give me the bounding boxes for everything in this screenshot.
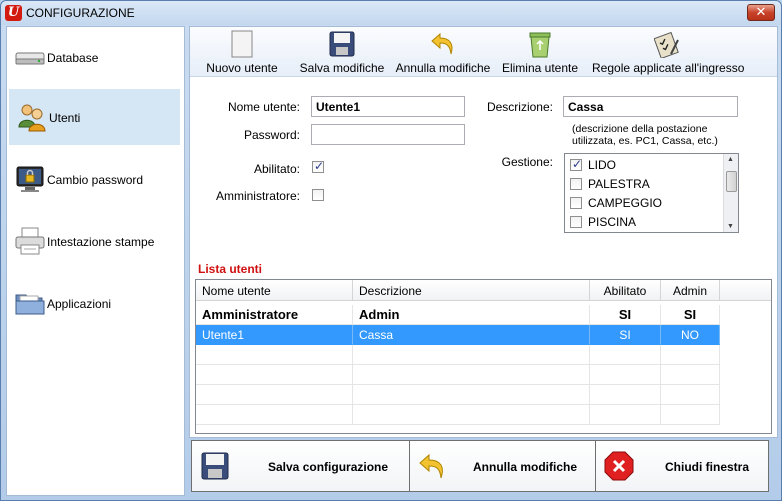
management-item-label: PALESTRA <box>588 177 650 191</box>
description-label: Descrizione: <box>486 100 553 114</box>
undo-changes-label: Annulla modifiche <box>395 61 491 75</box>
table-row[interactable]: Utente1 Cassa SI NO <box>196 325 720 345</box>
save-configuration-label: Salva configurazione <box>268 460 389 474</box>
management-item-piscina[interactable]: PISCINA <box>570 213 720 231</box>
management-item-palestra[interactable]: PALESTRA <box>570 175 720 193</box>
sidebar-item-cambio-password[interactable]: Cambio password <box>7 151 184 207</box>
undo-changes-bottom-button[interactable]: Annulla modifiche <box>410 441 596 491</box>
new-user-button[interactable]: Nuovo utente <box>202 27 282 77</box>
database-drive-icon <box>15 52 45 65</box>
cell-admin: NO <box>661 325 720 345</box>
close-red-icon <box>604 451 634 481</box>
undo-arrow-icon <box>419 453 443 479</box>
cell-description: Admin <box>353 305 590 325</box>
monitor-lock-icon <box>16 166 44 192</box>
empty-row <box>196 385 771 405</box>
cell-name: Amministratore <box>196 305 353 325</box>
sidebar-item-utenti[interactable]: Utenti <box>9 89 180 145</box>
column-header-enabled[interactable]: Abilitato <box>590 280 661 301</box>
empty-row <box>196 365 771 385</box>
app-logo-icon: U <box>5 5 22 21</box>
management-item-label: CAMPEGGIO <box>588 196 663 210</box>
undo-changes-button[interactable]: Annulla modifiche <box>394 27 492 77</box>
password-input[interactable] <box>311 124 465 145</box>
new-user-label: Nuovo utente <box>206 61 278 75</box>
sidebar-item-label: Applicazioni <box>47 297 112 311</box>
blank-document-icon <box>231 30 253 58</box>
enabled-checkbox[interactable] <box>312 159 324 173</box>
scroll-down-arrow-icon[interactable]: ▼ <box>727 223 734 230</box>
users-icon <box>18 104 46 132</box>
cell-name: Utente1 <box>196 325 353 345</box>
management-item-label: LIDO <box>588 158 617 172</box>
management-checklist[interactable]: LIDO PALESTRA CAMPEGGIO PISCINA ▲ ▼ <box>564 153 739 233</box>
delete-user-button[interactable]: Elimina utente <box>498 27 582 77</box>
management-scrollbar[interactable]: ▲ ▼ <box>723 154 738 232</box>
admin-label: Amministratore: <box>215 189 300 203</box>
window-close-button[interactable]: ✕ <box>747 4 775 21</box>
cell-enabled: SI <box>590 325 661 345</box>
column-header-admin[interactable]: Admin <box>661 280 720 301</box>
scrollbar-thumb[interactable] <box>726 171 737 192</box>
management-checkbox[interactable] <box>570 216 582 228</box>
cell-enabled: SI <box>590 305 661 325</box>
floppy-disk-icon <box>329 31 355 57</box>
users-table-header: Nome utente Descrizione Abilitato Admin <box>196 280 771 301</box>
config-window: U CONFIGURAZIONE ✕ Database Utenti Cambi… <box>0 0 782 501</box>
sidebar-item-label: Database <box>47 51 99 65</box>
floppy-disk-icon <box>201 452 229 480</box>
management-item-lido[interactable]: LIDO <box>570 156 720 174</box>
delete-user-label: Elimina utente <box>501 61 579 75</box>
management-checkbox[interactable] <box>570 157 582 171</box>
recycle-bin-icon <box>529 32 551 58</box>
sidebar-item-label: Cambio password <box>47 173 144 187</box>
description-hint-line-2: utilizzata, es. PC1, Cassa, etc.) <box>572 135 718 147</box>
scroll-up-arrow-icon[interactable]: ▲ <box>727 156 734 163</box>
cell-description: Cassa <box>353 325 590 345</box>
access-rules-label: Regole applicate all'ingresso <box>592 61 745 75</box>
password-label: Password: <box>243 128 300 142</box>
folder-icon <box>15 294 45 315</box>
users-panel: Nuovo utente Salva modifiche Annulla mod… <box>189 26 778 438</box>
save-changes-button[interactable]: Salva modifiche <box>296 27 388 77</box>
users-table: Nome utente Descrizione Abilitato Admin … <box>195 279 772 434</box>
sidebar-item-label: Intestazione stampe <box>47 235 155 249</box>
toolbar: Nuovo utente Salva modifiche Annulla mod… <box>190 27 777 77</box>
sidebar-nav: Database Utenti Cambio password Intestaz… <box>6 26 185 496</box>
sidebar-item-applicazioni[interactable]: Applicazioni <box>7 275 184 331</box>
close-window-label: Chiudi finestra <box>665 460 750 474</box>
clipboard-checklist-icon <box>654 31 679 58</box>
window-title: CONFIGURAZIONE <box>26 6 135 20</box>
table-row[interactable]: Amministratore Admin SI SI <box>196 305 771 325</box>
description-input[interactable]: Cassa <box>563 96 738 117</box>
empty-row <box>196 405 771 425</box>
save-changes-label: Salva modifiche <box>299 61 385 75</box>
empty-row <box>196 345 771 365</box>
management-label: Gestione: <box>501 155 553 169</box>
sidebar-item-intestazione-stampe[interactable]: Intestazione stampe <box>7 213 184 269</box>
username-input[interactable]: Utente1 <box>311 96 465 117</box>
access-rules-button[interactable]: Regole applicate all'ingresso <box>592 27 745 77</box>
column-header-description[interactable]: Descrizione <box>353 280 590 301</box>
undo-changes-bottom-label: Annulla modifiche <box>473 460 578 474</box>
bottom-action-bar: Salva configurazione Annulla modifiche C… <box>191 440 769 492</box>
username-label: Nome utente: <box>227 100 300 114</box>
close-window-button[interactable]: Chiudi finestra <box>596 441 768 491</box>
management-item-label: PISCINA <box>588 215 637 229</box>
save-configuration-button[interactable]: Salva configurazione <box>192 441 410 491</box>
admin-checkbox[interactable] <box>312 189 324 201</box>
management-item-campeggio[interactable]: CAMPEGGIO <box>570 194 720 212</box>
management-checkbox[interactable] <box>570 178 582 190</box>
users-list-title: Lista utenti <box>198 262 263 276</box>
column-header-name[interactable]: Nome utente <box>196 280 353 301</box>
title-bar: U CONFIGURAZIONE ✕ <box>1 1 781 25</box>
printer-icon <box>15 227 45 255</box>
sidebar-item-label: Utenti <box>49 111 81 125</box>
undo-arrow-icon <box>431 32 453 55</box>
cell-admin: SI <box>661 305 720 325</box>
sidebar-item-database[interactable]: Database <box>7 29 184 85</box>
enabled-label: Abilitato: <box>253 162 300 176</box>
description-hint-line-1: (descrizione della postazione <box>572 123 708 135</box>
management-checkbox[interactable] <box>570 197 582 209</box>
